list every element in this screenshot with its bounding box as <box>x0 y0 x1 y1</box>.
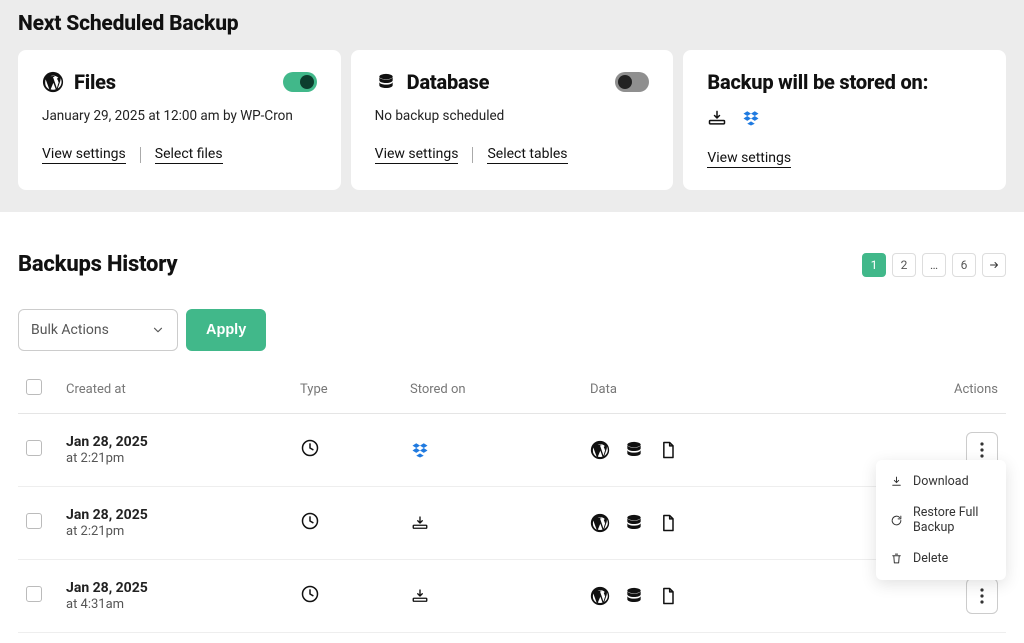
menu-delete[interactable]: Delete <box>876 543 1006 574</box>
page-ellipsis: … <box>922 253 946 277</box>
apply-button[interactable]: Apply <box>186 309 266 351</box>
file-icon <box>658 586 678 606</box>
row-date: Jan 28, 2025 <box>66 507 284 523</box>
col-created-header: Created at <box>62 369 292 414</box>
table-row: Jan 28, 2025at 4:31am <box>18 560 1006 633</box>
db-select-tables-link[interactable]: Select tables <box>487 146 567 164</box>
files-toggle[interactable] <box>283 72 317 92</box>
local-icon <box>410 586 430 606</box>
table-row: Jan 28, 2025at 2:21pmDownloadRestore Ful… <box>18 414 1006 487</box>
storage-card: Backup will be stored on: View settings <box>683 50 1006 190</box>
cards-row: Files January 29, 2025 at 12:00 am by WP… <box>18 50 1006 190</box>
row-date: Jan 28, 2025 <box>66 434 284 450</box>
col-type-header: Type <box>292 369 402 414</box>
db-view-settings-link[interactable]: View settings <box>375 146 459 164</box>
files-select-files-link[interactable]: Select files <box>155 146 223 164</box>
file-icon <box>658 513 678 533</box>
wordpress-icon <box>590 586 610 606</box>
menu-restore[interactable]: Restore Full Backup <box>876 497 1006 543</box>
col-stored-header: Stored on <box>402 369 582 414</box>
row-date: Jan 28, 2025 <box>66 580 284 596</box>
row-actions-menu: DownloadRestore Full BackupDelete <box>876 460 1006 580</box>
next-backup-title: Next Scheduled Backup <box>18 12 1006 36</box>
row-time: at 2:21pm <box>66 451 124 466</box>
storage-card-title: Backup will be stored on: <box>707 70 928 94</box>
file-icon <box>658 440 678 460</box>
col-data-header: Data <box>582 369 916 414</box>
next-backup-section: Next Scheduled Backup Files January 29, … <box>0 0 1024 212</box>
db-card-title: Database <box>407 70 490 94</box>
page-2-button[interactable]: 2 <box>892 253 916 277</box>
wordpress-icon <box>42 71 64 93</box>
select-all-checkbox[interactable] <box>26 379 42 395</box>
database-icon <box>624 440 644 460</box>
row-actions-button[interactable] <box>966 578 998 614</box>
divider <box>472 147 473 163</box>
wordpress-icon <box>590 440 610 460</box>
row-checkbox[interactable] <box>26 513 42 529</box>
database-card: Database No backup scheduled View settin… <box>351 50 674 190</box>
wordpress-icon <box>590 513 610 533</box>
row-checkbox[interactable] <box>26 440 42 456</box>
storage-view-settings-link[interactable]: View settings <box>707 150 791 168</box>
clock-icon <box>300 584 320 604</box>
storage-icons <box>707 108 982 128</box>
files-schedule-text: January 29, 2025 at 12:00 am by WP-Cron <box>42 108 317 124</box>
database-toggle[interactable] <box>615 72 649 92</box>
dropbox-icon <box>410 440 430 460</box>
chevron-down-icon <box>151 323 165 337</box>
backups-table: Created at Type Stored on Data Actions J… <box>18 369 1006 633</box>
row-time: at 2:21pm <box>66 524 124 539</box>
db-schedule-text: No backup scheduled <box>375 108 650 124</box>
menu-download[interactable]: Download <box>876 466 1006 497</box>
database-icon <box>624 586 644 606</box>
files-card-title: Files <box>74 70 116 94</box>
page-6-button[interactable]: 6 <box>952 253 976 277</box>
database-icon <box>624 513 644 533</box>
local-icon <box>410 513 430 533</box>
pagination: 1 2 … 6 <box>862 253 1006 277</box>
bulk-actions-select[interactable]: Bulk Actions <box>18 309 178 351</box>
local-storage-icon <box>707 108 727 128</box>
page-next-button[interactable] <box>982 253 1006 277</box>
row-checkbox[interactable] <box>26 586 42 602</box>
table-row: Jan 28, 2025at 2:21pm <box>18 487 1006 560</box>
col-actions-header: Actions <box>916 369 1006 414</box>
row-time: at 4:31am <box>66 597 124 612</box>
backups-history-title: Backups History <box>18 252 177 277</box>
database-icon <box>375 71 397 93</box>
dropbox-icon <box>741 108 761 128</box>
files-view-settings-link[interactable]: View settings <box>42 146 126 164</box>
clock-icon <box>300 511 320 531</box>
bulk-actions-label: Bulk Actions <box>31 322 109 338</box>
files-card: Files January 29, 2025 at 12:00 am by WP… <box>18 50 341 190</box>
page-1-button[interactable]: 1 <box>862 253 886 277</box>
backups-history-section: Backups History 1 2 … 6 Bulk Actions App… <box>0 212 1024 643</box>
divider <box>140 147 141 163</box>
clock-icon <box>300 438 320 458</box>
